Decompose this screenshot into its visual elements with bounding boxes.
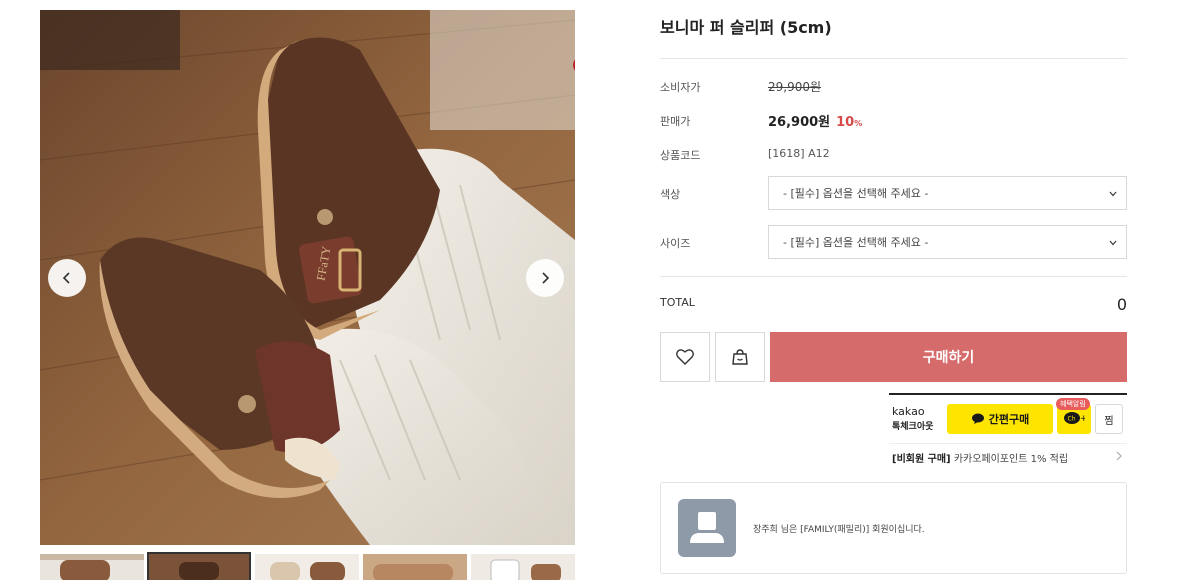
avatar <box>678 499 736 557</box>
color-option-label: 색상 <box>660 188 681 201</box>
product-main-image: FFaTY <box>40 10 575 545</box>
member-message: 장주희 님은 [FAMILY(패밀리)] 회원이십니다. <box>753 525 925 535</box>
divider <box>660 58 1127 59</box>
kakao-pay-label: 간편구매 <box>988 413 1030 426</box>
consumer-price: 29,900원 <box>768 80 822 94</box>
kakao-promo[interactable]: [비회원 구매] 카카오페이포인트 1% 적립 <box>892 450 1068 465</box>
chevron-right-icon <box>542 272 550 284</box>
shopping-bag-icon <box>732 349 748 365</box>
kakao-brand: kakao <box>892 405 925 418</box>
thumbnail-active[interactable] <box>147 552 251 580</box>
wishlist-button[interactable] <box>660 332 710 382</box>
size-option-label: 사이즈 <box>660 237 691 250</box>
chevron-down-icon <box>1109 191 1117 197</box>
product-code: [1618] A12 <box>768 147 830 160</box>
channel-badge: 혜택알림 <box>1056 398 1090 410</box>
kakao-pay-button[interactable]: 간편구매 <box>947 404 1053 434</box>
chevron-right-icon <box>1116 451 1122 461</box>
thumbnail[interactable] <box>363 552 467 580</box>
speech-bubble-icon <box>971 413 984 424</box>
thumbnail[interactable] <box>255 552 359 580</box>
color-select-value: - [필수] 옵션을 선택해 주세요 - <box>783 187 929 200</box>
zzim-button[interactable]: 찜 <box>1095 404 1123 434</box>
promo-bold: [비회원 구매] <box>892 454 951 465</box>
kakao-checkout: kakao 톡체크아웃 간편구매 Ch + 혜택알림 찜 [비회원 구매] 카카오… <box>889 393 1127 469</box>
divider <box>889 393 1127 395</box>
gallery-next-button[interactable] <box>526 259 564 297</box>
discount-rate: 10 <box>836 115 855 130</box>
chevron-down-icon <box>1109 240 1117 246</box>
gallery-prev-button[interactable] <box>48 259 86 297</box>
discount-unit: % <box>854 119 863 128</box>
thumbnail[interactable] <box>40 552 144 580</box>
kakao-brand-sub: 톡체크아웃 <box>892 422 934 432</box>
svg-text:Ch: Ch <box>1068 416 1076 423</box>
sale-price-row: 26,900원 10% <box>768 111 862 130</box>
product-title: 보니마 퍼 슬리퍼 (5cm) <box>660 18 832 37</box>
sale-price-label: 판매가 <box>660 115 691 128</box>
heart-icon <box>676 349 694 365</box>
kakao-channel-icon: Ch + <box>1064 412 1085 424</box>
thermometer-icon <box>573 59 575 71</box>
divider <box>660 276 1127 277</box>
chevron-left-icon <box>62 272 70 284</box>
product-code-label: 상품코드 <box>660 149 701 162</box>
total-label: TOTAL <box>660 296 695 309</box>
user-icon <box>690 512 724 543</box>
member-info-box: 장주희 님은 [FAMILY(패밀리)] 회원이십니다. <box>660 482 1127 574</box>
size-select-value: - [필수] 옵션을 선택해 주세요 - <box>783 236 929 249</box>
size-select[interactable]: - [필수] 옵션을 선택해 주세요 - <box>768 225 1127 259</box>
promo-text: 카카오페이포인트 1% 적립 <box>953 454 1069 465</box>
svg-text:+: + <box>1080 414 1085 424</box>
consumer-price-label: 소비자가 <box>660 81 701 94</box>
sale-price: 26,900원 <box>768 115 831 130</box>
total-value: 0 <box>1116 295 1127 314</box>
thumbnail-strip <box>40 552 575 580</box>
color-select[interactable]: - [필수] 옵션을 선택해 주세요 - <box>768 176 1127 210</box>
thumbnail[interactable] <box>471 552 575 580</box>
buy-now-button[interactable]: 구매하기 <box>770 332 1127 382</box>
add-to-cart-button[interactable] <box>715 332 765 382</box>
divider <box>889 443 1127 444</box>
